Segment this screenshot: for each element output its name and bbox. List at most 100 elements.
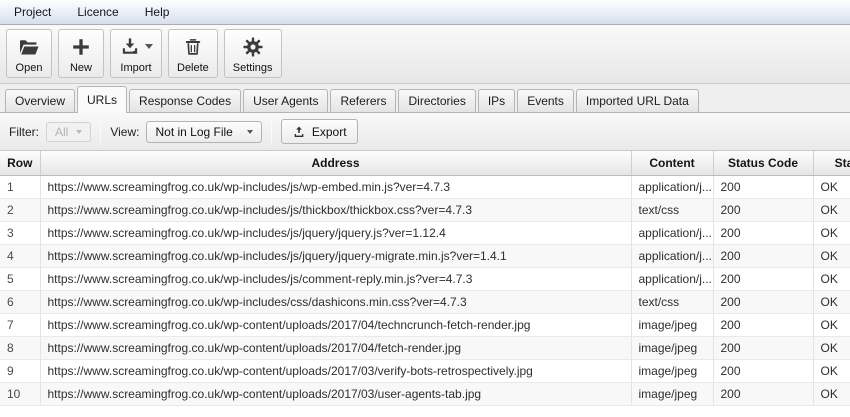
export-button[interactable]: Export: [281, 119, 358, 144]
cell-status: OK: [813, 313, 850, 336]
new-button[interactable]: New: [58, 29, 104, 78]
cell-address: https://www.screamingfrog.co.uk/wp-conte…: [40, 359, 631, 382]
toolbar: Open New Import: [0, 25, 850, 84]
cell-row: 8: [0, 336, 40, 359]
cell-status-code: 200: [713, 382, 813, 405]
table-header-row: Row Address Content Status Code Status: [0, 151, 850, 175]
tab-label: IPs: [488, 94, 505, 108]
cell-content: text/css: [631, 290, 713, 313]
filter-dropdown: All: [46, 122, 91, 142]
cell-row: 7: [0, 313, 40, 336]
column-header-row[interactable]: Row: [0, 151, 40, 175]
chevron-down-icon: [145, 44, 153, 49]
tab-events[interactable]: Events: [517, 89, 574, 112]
view-dropdown-value: Not in Log File: [155, 125, 232, 139]
cell-row: 3: [0, 221, 40, 244]
table-row[interactable]: 4 https://www.screamingfrog.co.uk/wp-inc…: [0, 244, 850, 267]
table-row[interactable]: 8 https://www.screamingfrog.co.uk/wp-con…: [0, 336, 850, 359]
log-file-analyser-window: Project Licence Help Open New: [0, 0, 850, 417]
tab-referers[interactable]: Referers: [330, 89, 396, 112]
settings-button-label: Settings: [233, 62, 273, 74]
cell-address: https://www.screamingfrog.co.uk/wp-inclu…: [40, 175, 631, 198]
settings-button[interactable]: Settings: [224, 29, 282, 78]
cell-content: image/jpeg: [631, 313, 713, 336]
cell-row: 6: [0, 290, 40, 313]
open-button-label: Open: [16, 62, 43, 74]
delete-button[interactable]: Delete: [168, 29, 218, 78]
table-row[interactable]: 5 https://www.screamingfrog.co.uk/wp-inc…: [0, 267, 850, 290]
cell-content: text/css: [631, 198, 713, 221]
open-folder-icon: [17, 34, 41, 59]
table-body: 1 https://www.screamingfrog.co.uk/wp-inc…: [0, 175, 850, 405]
tab-label: Overview: [15, 94, 65, 108]
table-row[interactable]: 3 https://www.screamingfrog.co.uk/wp-inc…: [0, 221, 850, 244]
tab-response-codes[interactable]: Response Codes: [129, 89, 241, 112]
new-button-label: New: [70, 62, 92, 74]
export-button-label: Export: [312, 125, 347, 139]
cell-status-code: 200: [713, 313, 813, 336]
column-header-address[interactable]: Address: [40, 151, 631, 175]
separator: [100, 119, 101, 145]
cell-row: 5: [0, 267, 40, 290]
table-row[interactable]: 6 https://www.screamingfrog.co.uk/wp-inc…: [0, 290, 850, 313]
cell-address: https://www.screamingfrog.co.uk/wp-inclu…: [40, 198, 631, 221]
tab-label: Directories: [408, 94, 465, 108]
open-button[interactable]: Open: [6, 29, 52, 78]
cell-row: 4: [0, 244, 40, 267]
cell-status-code: 200: [713, 244, 813, 267]
table-row[interactable]: 9 https://www.screamingfrog.co.uk/wp-con…: [0, 359, 850, 382]
table-row[interactable]: 7 https://www.screamingfrog.co.uk/wp-con…: [0, 313, 850, 336]
tab-label: Imported URL Data: [586, 94, 689, 108]
view-dropdown[interactable]: Not in Log File: [146, 121, 261, 143]
column-header-status-code[interactable]: Status Code: [713, 151, 813, 175]
view-label: View:: [110, 125, 139, 139]
cell-content: image/jpeg: [631, 382, 713, 405]
cell-row: 1: [0, 175, 40, 198]
table-row[interactable]: 2 https://www.screamingfrog.co.uk/wp-inc…: [0, 198, 850, 221]
column-header-label: Status Code: [728, 156, 798, 170]
tab-urls[interactable]: URLs: [77, 86, 127, 113]
import-button[interactable]: Import: [110, 29, 162, 78]
tab-ips[interactable]: IPs: [478, 89, 515, 112]
tab-imported-url-data[interactable]: Imported URL Data: [576, 89, 699, 112]
cell-status-code: 200: [713, 221, 813, 244]
cell-status-code: 200: [713, 359, 813, 382]
cell-address: https://www.screamingfrog.co.uk/wp-inclu…: [40, 290, 631, 313]
cell-status-code: 200: [713, 290, 813, 313]
cell-status: OK: [813, 290, 850, 313]
import-button-label: Import: [120, 62, 151, 74]
menu-item-help[interactable]: Help: [143, 0, 172, 24]
cell-status: OK: [813, 221, 850, 244]
chevron-down-icon: [247, 130, 253, 134]
separator: [271, 119, 272, 145]
tab-directories[interactable]: Directories: [398, 89, 475, 112]
gear-icon: [242, 34, 264, 59]
cell-content: application/j...: [631, 244, 713, 267]
delete-button-label: Delete: [177, 62, 209, 74]
filter-dropdown-value: All: [55, 125, 68, 139]
column-header-content[interactable]: Content: [631, 151, 713, 175]
cell-content: image/jpeg: [631, 359, 713, 382]
cell-address: https://www.screamingfrog.co.uk/wp-conte…: [40, 336, 631, 359]
cell-row: 2: [0, 198, 40, 221]
tab-user-agents[interactable]: User Agents: [243, 89, 328, 112]
menu-item-licence[interactable]: Licence: [75, 0, 120, 24]
column-header-status[interactable]: Status: [813, 151, 850, 175]
table-row[interactable]: 10 https://www.screamingfrog.co.uk/wp-co…: [0, 382, 850, 405]
tab-overview[interactable]: Overview: [5, 89, 75, 112]
import-download-icon: [119, 34, 153, 59]
tab-label: User Agents: [253, 94, 318, 108]
plus-icon: [70, 34, 92, 59]
menu-item-project[interactable]: Project: [12, 0, 53, 24]
table-row[interactable]: 1 https://www.screamingfrog.co.uk/wp-inc…: [0, 175, 850, 198]
cell-status: OK: [813, 175, 850, 198]
cell-address: https://www.screamingfrog.co.uk/wp-inclu…: [40, 267, 631, 290]
chevron-down-icon: [76, 130, 82, 134]
cell-status: OK: [813, 267, 850, 290]
menu-bar: Project Licence Help: [0, 0, 850, 25]
cell-status: OK: [813, 336, 850, 359]
cell-status-code: 200: [713, 175, 813, 198]
cell-content: application/j...: [631, 267, 713, 290]
cell-status: OK: [813, 382, 850, 405]
cell-status-code: 200: [713, 336, 813, 359]
